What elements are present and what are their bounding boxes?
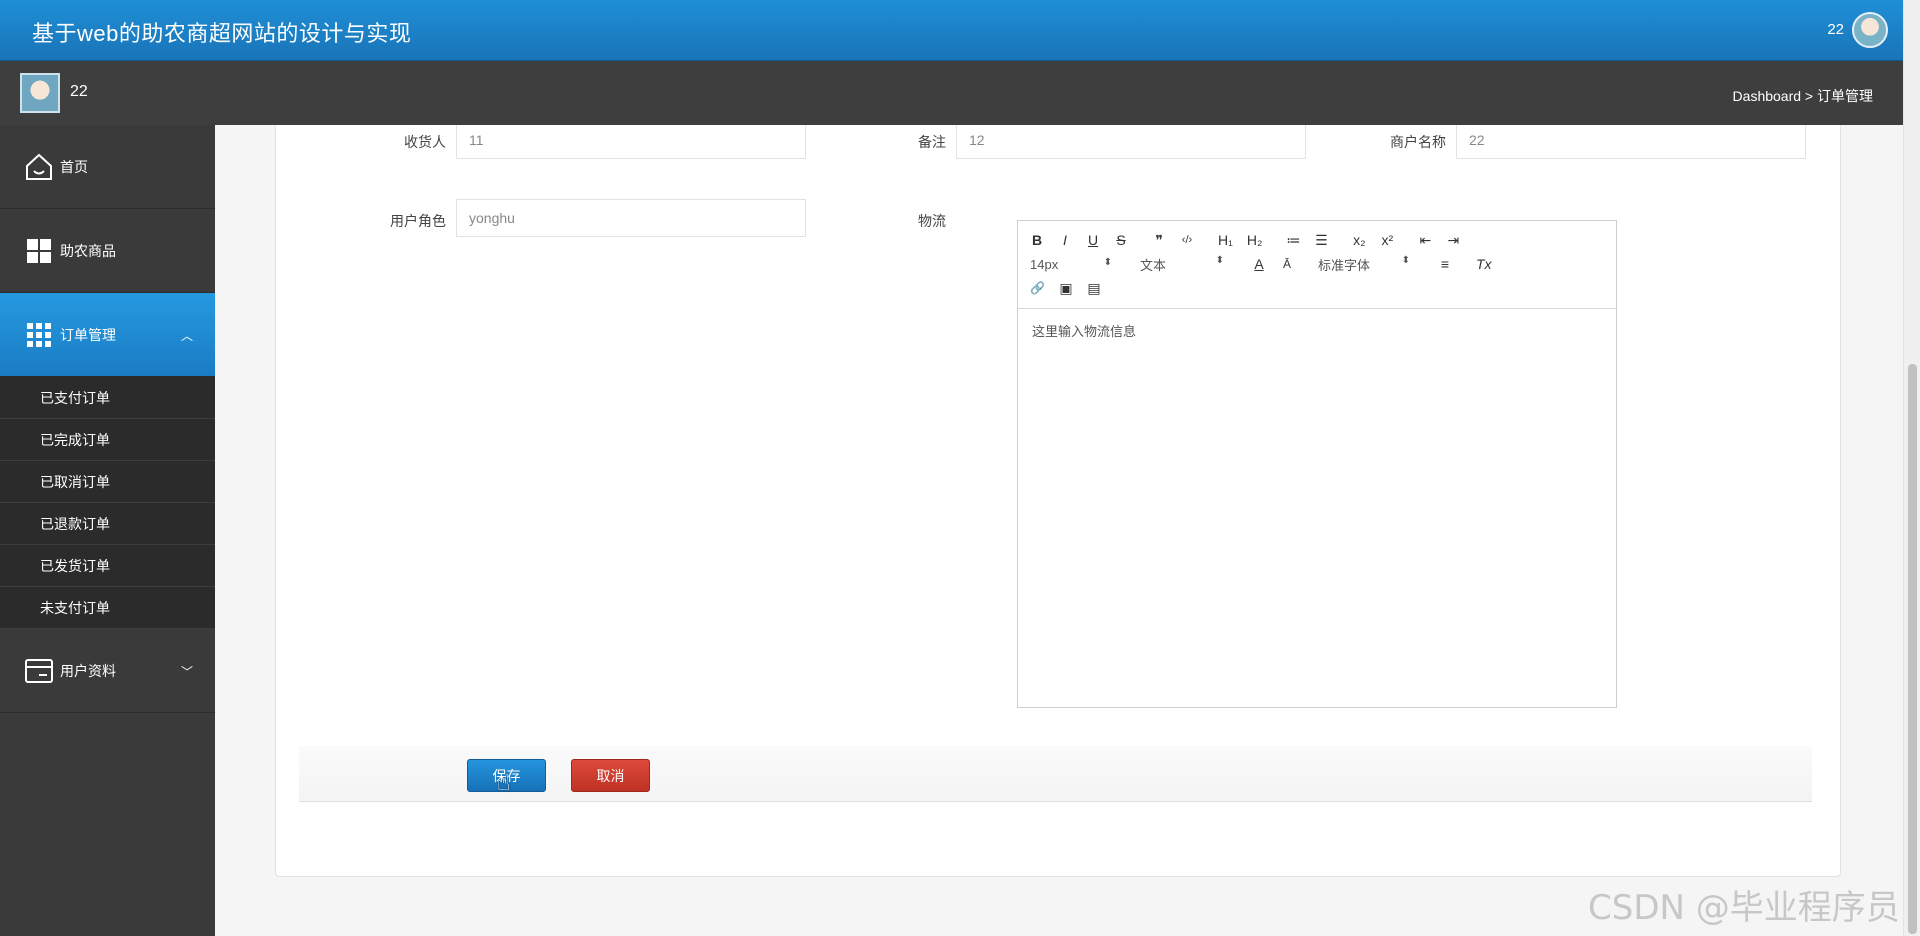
h1-button[interactable]: H₁ [1218,232,1233,248]
align-button[interactable]: ≡ [1438,256,1452,272]
receiver-label: 收货人 [404,134,446,150]
subscript-button[interactable]: x₂ [1352,232,1366,248]
editor-toolbar: B I U S ❞ ‹/› H₁ H₂ ≔ ☰ x₂ x² ⇤ ⇥ 14px ⬍… [1018,221,1616,309]
sidebar-item-label: 助农商品 [60,242,116,259]
breadcrumb[interactable]: Dashboard > 订单管理 [1733,86,1873,106]
user-role-input[interactable]: yonghu [456,199,806,237]
sidebar-item-label: 首页 [60,158,88,175]
bold-button[interactable]: B [1030,232,1044,248]
chevron-down-icon: ﹀ [180,665,193,679]
paragraph-select[interactable]: 文本 ⬍ [1140,255,1224,274]
select-arrow-icon: ⬍ [1103,256,1112,268]
quote-button[interactable]: ❞ [1152,232,1166,249]
bullet-list-button[interactable]: ☰ [1314,232,1328,249]
h2-button[interactable]: H₂ [1247,232,1263,248]
home-icon [24,152,54,182]
sidebar-avatar [20,73,60,113]
top-header: 基于web的助农商超网站的设计与实现 22 [0,0,1903,61]
strike-button[interactable]: S [1114,232,1128,248]
underline-button[interactable]: U [1086,232,1100,248]
apps-icon [24,320,54,350]
submenu-shipped-orders[interactable]: 已发货订单 [0,545,215,587]
scrollbar-thumb[interactable] [1908,364,1917,934]
submenu-cancelled-orders[interactable]: 已取消订单 [0,461,215,503]
sidebar-item-home[interactable]: 首页 [0,125,215,209]
merchant-label: 商户名称 [1390,134,1446,150]
remark-label: 备注 [918,134,946,150]
sidebar-username: 22 [70,83,88,100]
sidebar-item-label: 订单管理 [60,326,116,343]
chevron-up-icon: ︿ [180,329,193,343]
cancel-button[interactable]: 取消 [571,759,650,792]
submenu-refunded-orders[interactable]: 已退款订单 [0,503,215,545]
submenu-unpaid-orders[interactable]: 未支付订单 [0,587,215,629]
header-avatar[interactable] [1852,12,1888,48]
sidebar-item-orders[interactable]: 订单管理 ︿ [0,293,215,377]
hand-cursor-icon: ☝ [497,770,511,795]
card-icon [24,656,54,686]
video-button[interactable]: ▤ [1087,280,1101,297]
image-button[interactable]: ▣ [1059,280,1073,297]
font-family-select[interactable]: 标准字体 ⬍ [1318,255,1410,274]
indent-button[interactable]: ⇥ [1446,232,1460,249]
main-content: 收货人 11 备注 12 商户名称 22 用户角色 yonghu 物流 B I … [215,125,1903,936]
superscript-button[interactable]: x² [1380,232,1394,248]
watermark: CSDN @毕业程序员 [1588,888,1900,928]
grid-icon [24,236,54,266]
page-scrollbar[interactable] [1903,0,1920,936]
submenu-completed-orders[interactable]: 已完成订单 [0,419,215,461]
logistics-editor-body[interactable]: 这里输入物流信息 [1018,309,1616,352]
user-role-label: 用户角色 [390,213,446,229]
header-username[interactable]: 22 [1827,21,1844,38]
logistics-label: 物流 [918,213,946,229]
sidebar-item-profile[interactable]: 用户资料 ﹀ [0,629,215,713]
receiver-input[interactable]: 11 [456,125,806,159]
font-family-value: 标准字体 [1318,257,1371,273]
link-button[interactable]: 🔗 [1030,281,1045,295]
submenu-paid-orders[interactable]: 已支付订单 [0,377,215,419]
font-color-button[interactable]: A [1252,256,1266,272]
site-title: 基于web的助农商超网站的设计与实现 [32,21,412,46]
logistics-editor: B I U S ❞ ‹/› H₁ H₂ ≔ ☰ x₂ x² ⇤ ⇥ 14px ⬍… [1017,220,1617,708]
remark-input[interactable]: 12 [956,125,1306,159]
paragraph-value: 文本 [1140,257,1167,273]
clear-format-button[interactable]: Tx [1476,256,1492,272]
italic-button[interactable]: I [1058,232,1072,248]
background-color-button[interactable]: Ā [1280,257,1294,271]
select-arrow-icon: ⬍ [1401,254,1410,266]
merchant-input[interactable]: 22 [1456,125,1806,159]
code-button[interactable]: ‹/› [1180,234,1194,246]
sidebar-item-label: 用户资料 [60,662,116,679]
sub-header: 22 Dashboard > 订单管理 [0,61,1903,125]
font-size-value: 14px [1030,256,1059,272]
order-form-panel: 收货人 11 备注 12 商户名称 22 用户角色 yonghu 物流 B I … [275,125,1841,877]
outdent-button[interactable]: ⇤ [1418,232,1432,249]
sidebar: 首页 助农商品 订单管理 ︿ 已支付订单 已完成订单 已取消订单 已退款订单 已… [0,125,215,936]
ordered-list-button[interactable]: ≔ [1286,232,1300,249]
font-size-select[interactable]: 14px ⬍ [1030,257,1112,272]
form-action-bar: 保存 取消 ☝ [299,746,1812,802]
select-arrow-icon: ⬍ [1215,254,1224,266]
sidebar-item-products[interactable]: 助农商品 [0,209,215,293]
